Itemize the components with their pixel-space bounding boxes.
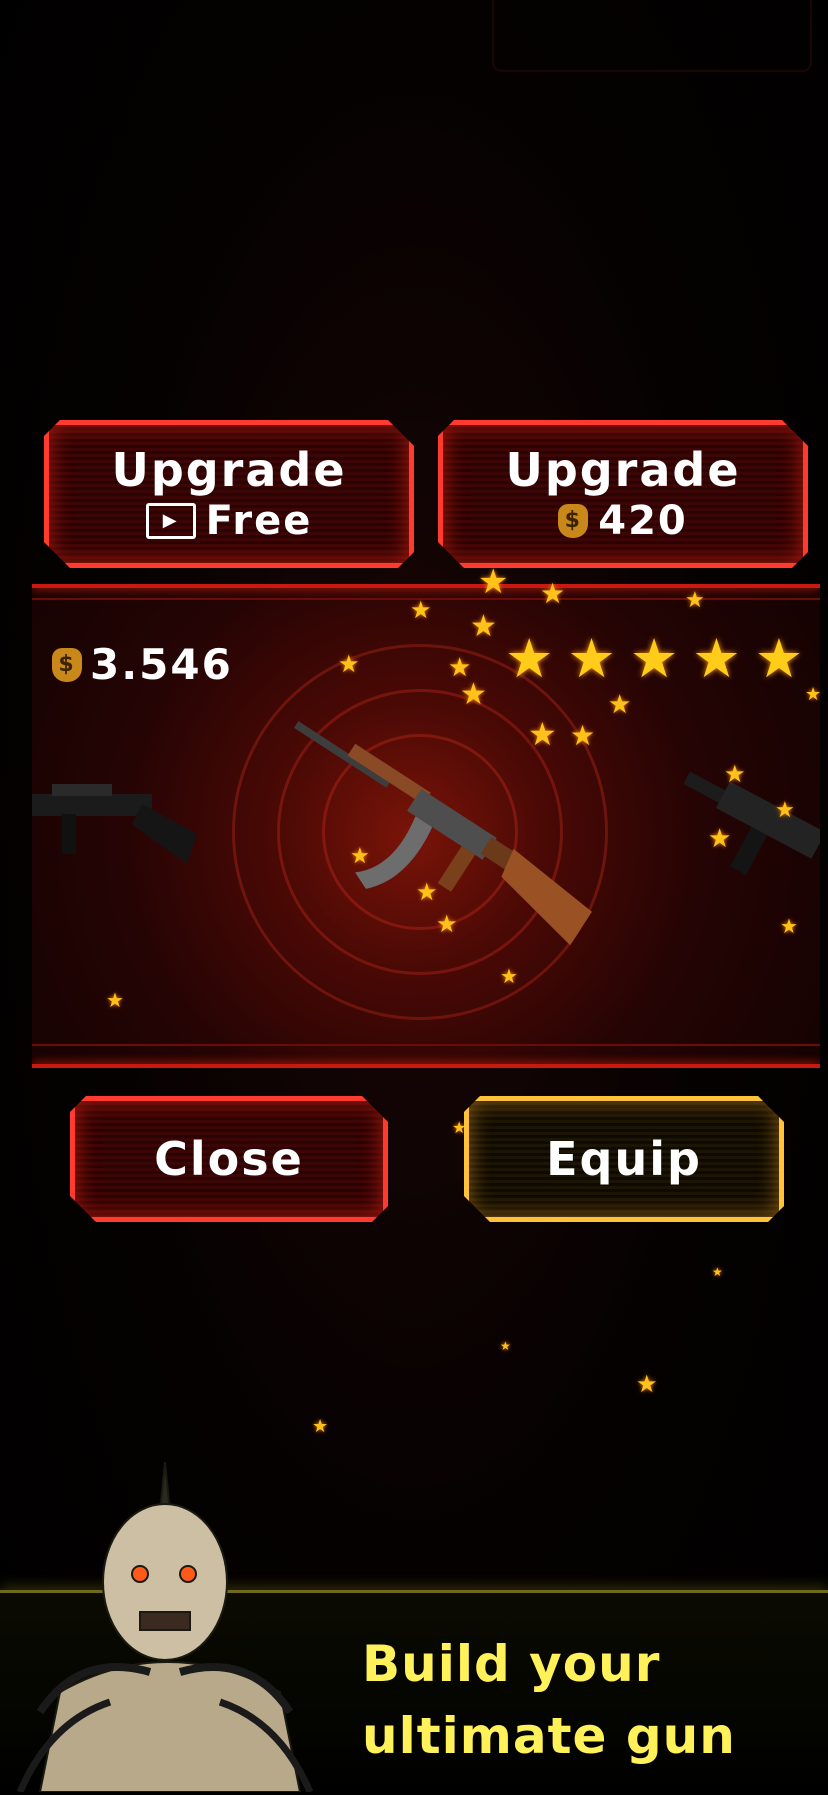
money-bag-icon: $ bbox=[52, 647, 82, 682]
top-frame-decoration bbox=[492, 0, 812, 72]
money-bag-icon: $ bbox=[558, 504, 588, 538]
next-weapon[interactable] bbox=[672, 744, 820, 904]
close-button-label: Close bbox=[154, 1132, 304, 1186]
sparkle-star-icon: ★ bbox=[775, 798, 795, 823]
sparkle-star-icon: ★ bbox=[350, 844, 370, 869]
close-button[interactable]: Close bbox=[70, 1096, 388, 1222]
rating-star-icon: ★ bbox=[692, 627, 741, 690]
sparkle-star-icon: ★ bbox=[540, 577, 566, 610]
video-ad-icon: ▶ bbox=[146, 503, 196, 539]
sparkle-star-icon: ★ bbox=[636, 1370, 658, 1398]
monster-mascot bbox=[16, 1462, 314, 1792]
sparkle-star-icon: ★ bbox=[312, 1416, 329, 1437]
rating-star-icon: ★ bbox=[567, 627, 616, 690]
upgrade-coins-button[interactable]: Upgrade $ 420 bbox=[438, 420, 808, 568]
sparkle-star-icon: ★ bbox=[338, 650, 360, 678]
sparkle-star-icon: ★ bbox=[500, 964, 518, 988]
sparkle-star-icon: ★ bbox=[416, 878, 438, 906]
sparkle-star-icon: ★ bbox=[106, 988, 124, 1012]
sparkle-star-icon: ★ bbox=[780, 914, 798, 938]
upgrade-free-price: Free bbox=[205, 498, 313, 544]
rating-star-icon: ★ bbox=[505, 627, 554, 690]
upgrade-free-title: Upgrade bbox=[111, 443, 347, 497]
rating-star-icon: ★ bbox=[629, 627, 679, 690]
sparkle-star-icon: ★ bbox=[608, 690, 632, 720]
weapon-rating: ★ ★ ★ ★ ★ bbox=[505, 632, 803, 686]
sparkle-star-icon: ★ bbox=[708, 824, 732, 854]
sparkle-star-icon: ★ bbox=[805, 684, 822, 705]
sparkle-star-icon: ★ bbox=[724, 760, 746, 788]
upgrade-coins-price: 420 bbox=[598, 498, 688, 544]
equip-button-label: Equip bbox=[546, 1132, 702, 1186]
promo-tagline: Build your ultimate gun bbox=[362, 1628, 736, 1772]
sparkle-star-icon: ★ bbox=[528, 715, 557, 753]
promo-line-2: ultimate gun bbox=[362, 1707, 736, 1765]
sparkle-star-icon: ★ bbox=[478, 562, 509, 602]
previous-weapon[interactable] bbox=[32, 764, 202, 884]
sparkle-star-icon: ★ bbox=[712, 1265, 723, 1279]
promo-line-1: Build your bbox=[362, 1635, 661, 1693]
sparkle-star-icon: ★ bbox=[410, 596, 432, 624]
sparkle-star-icon: ★ bbox=[436, 910, 458, 938]
equip-button[interactable]: Equip bbox=[464, 1096, 784, 1222]
sparkle-star-icon: ★ bbox=[500, 1339, 511, 1353]
sparkle-star-icon: ★ bbox=[460, 677, 487, 712]
upgrade-coins-title: Upgrade bbox=[505, 443, 741, 497]
coin-balance: $ 3.546 bbox=[52, 640, 233, 689]
coin-balance-value: 3.546 bbox=[90, 640, 233, 689]
upgrade-free-button[interactable]: Upgrade ▶ Free bbox=[44, 420, 414, 568]
sparkle-star-icon: ★ bbox=[685, 588, 705, 613]
sparkle-star-icon: ★ bbox=[470, 609, 497, 644]
rating-star-icon: ★ bbox=[754, 627, 804, 690]
sparkle-star-icon: ★ bbox=[570, 719, 596, 752]
